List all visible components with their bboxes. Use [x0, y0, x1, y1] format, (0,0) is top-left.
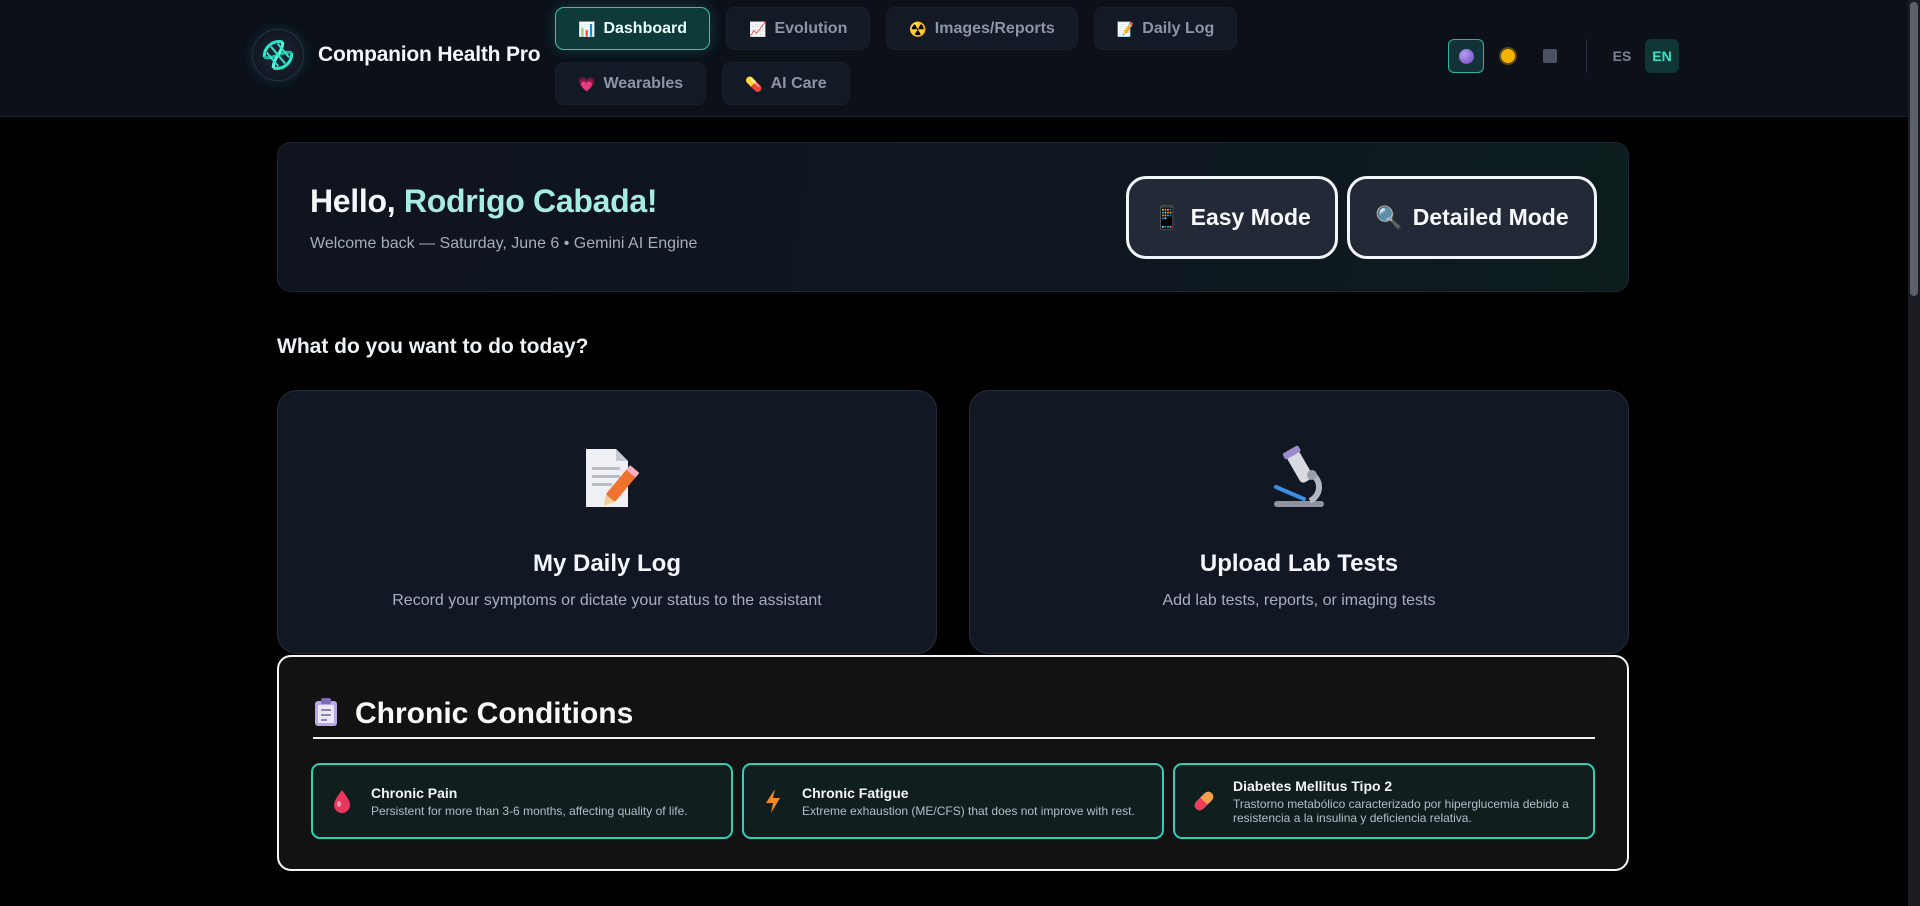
memo-icon: 📝: [1116, 20, 1135, 37]
condition-description: Persistent for more than 3-6 months, aff…: [371, 803, 688, 818]
bar-chart-icon: 📊: [578, 20, 596, 37]
detailed-mode-label: Detailed Mode: [1412, 204, 1569, 230]
main-nav: 📊 Dashboard 📈 Evolution ☢️ Images/Report…: [555, 7, 1355, 105]
theme-dark-button[interactable]: [1532, 39, 1568, 73]
daily-log-card[interactable]: My Daily Log Record your symptoms or dic…: [277, 390, 937, 654]
tab-dashboard[interactable]: 📊 Dashboard: [555, 7, 711, 50]
heart-icon: 💗: [578, 75, 596, 92]
upload-lab-tests-card[interactable]: Upload Lab Tests Add lab tests, reports,…: [969, 390, 1629, 654]
app-name: Companion Health Pro: [318, 43, 541, 66]
controls-divider: [1586, 39, 1587, 73]
theme-purple-button[interactable]: [1448, 39, 1484, 73]
detailed-mode-button[interactable]: 🔍 Detailed Mode: [1347, 176, 1597, 259]
brand[interactable]: Companion Health Pro: [252, 28, 541, 82]
language-es-button[interactable]: ES: [1605, 39, 1639, 73]
chronic-conditions-header: Chronic Conditions: [313, 691, 1595, 739]
condition-chronic-pain[interactable]: Chronic Pain Persistent for more than 3-…: [311, 763, 733, 839]
card-description: Record your symptoms or dictate your sta…: [392, 592, 822, 609]
user-name: Rodrigo Cabada!: [403, 183, 658, 219]
condition-name: Diabetes Mellitus Tipo 2: [1233, 777, 1393, 794]
dark-square-theme-icon: [1543, 49, 1557, 63]
greeting-title: Hello, Rodrigo Cabada!: [310, 183, 658, 220]
section-question: What do you want to do today?: [277, 335, 589, 358]
condition-text: Diabetes Mellitus Tipo 2 Trastorno metab…: [1233, 778, 1593, 825]
scrollbar-thumb[interactable]: [1910, 2, 1918, 296]
tab-images-reports[interactable]: ☢️ Images/Reports: [886, 7, 1078, 50]
sun-theme-icon: [1501, 49, 1515, 63]
welcome-subtitle: Welcome back — Saturday, June 6 • Gemini…: [310, 235, 698, 252]
condition-name: Chronic Pain: [371, 784, 458, 801]
top-bar: Companion Health Pro 📊 Dashboard 📈 Evolu…: [0, 0, 1908, 117]
condition-diabetes-tipo-2[interactable]: Diabetes Mellitus Tipo 2 Trastorno metab…: [1173, 763, 1595, 839]
chronic-conditions-title: Chronic Conditions: [355, 697, 634, 730]
tab-label: AI Care: [770, 74, 827, 92]
dna-icon: [252, 29, 304, 81]
tab-label: Images/Reports: [934, 19, 1055, 37]
card-title: My Daily Log: [532, 550, 682, 577]
trend-chart-icon: 📈: [749, 20, 767, 37]
tab-label: Wearables: [603, 74, 684, 92]
easy-mode-button[interactable]: 📱 Easy Mode: [1126, 176, 1338, 259]
tab-label: Evolution: [774, 19, 848, 37]
drop-icon: [329, 788, 355, 814]
tab-wearables[interactable]: 💗 Wearables: [555, 62, 707, 105]
condition-text: Chronic Pain Persistent for more than 3-…: [371, 785, 706, 818]
condition-name: Chronic Fatigue: [802, 784, 909, 801]
pill-icon: 💊: [745, 75, 763, 92]
magnifier-icon: 🔍: [1375, 204, 1403, 230]
header-controls: ES EN: [1448, 38, 1679, 74]
lightning-icon: [760, 788, 786, 814]
tab-evolution[interactable]: 📈 Evolution: [726, 7, 871, 50]
tab-label: Daily Log: [1142, 19, 1215, 37]
condition-description: Extreme exhaustion (ME/CFS) that does no…: [802, 803, 1135, 818]
pill-icon: [1191, 788, 1217, 814]
memo-icon: [574, 445, 640, 511]
easy-mode-label: Easy Mode: [1190, 204, 1311, 230]
microscope-icon: [1266, 445, 1332, 511]
tab-label: Dashboard: [603, 19, 688, 37]
theme-light-button[interactable]: [1490, 39, 1526, 73]
greeting-text: Hello,: [310, 183, 396, 219]
card-title: Upload Lab Tests: [1199, 550, 1399, 577]
card-description: Add lab tests, reports, or imaging tests: [1162, 592, 1436, 609]
condition-description: Trastorno metabólico caracterizado por h…: [1233, 796, 1569, 825]
tab-daily-log[interactable]: 📝 Daily Log: [1093, 7, 1238, 50]
condition-chronic-fatigue[interactable]: Chronic Fatigue Extreme exhaustion (ME/C…: [742, 763, 1164, 839]
chronic-conditions-panel: Chronic Conditions Chronic Pain Persiste…: [277, 655, 1629, 871]
welcome-banner: Hello, Rodrigo Cabada! Welcome back — Sa…: [277, 142, 1629, 292]
tab-ai-care[interactable]: 💊 AI Care: [722, 62, 850, 105]
radioactive-icon: ☢️: [909, 20, 927, 37]
purple-theme-icon: [1458, 48, 1474, 64]
condition-text: Chronic Fatigue Extreme exhaustion (ME/C…: [802, 785, 1153, 818]
mobile-phone-icon: 📱: [1153, 204, 1181, 230]
language-en-button[interactable]: EN: [1645, 39, 1679, 73]
clipboard-icon: [313, 697, 339, 732]
page-scrollbar[interactable]: [1908, 0, 1920, 906]
